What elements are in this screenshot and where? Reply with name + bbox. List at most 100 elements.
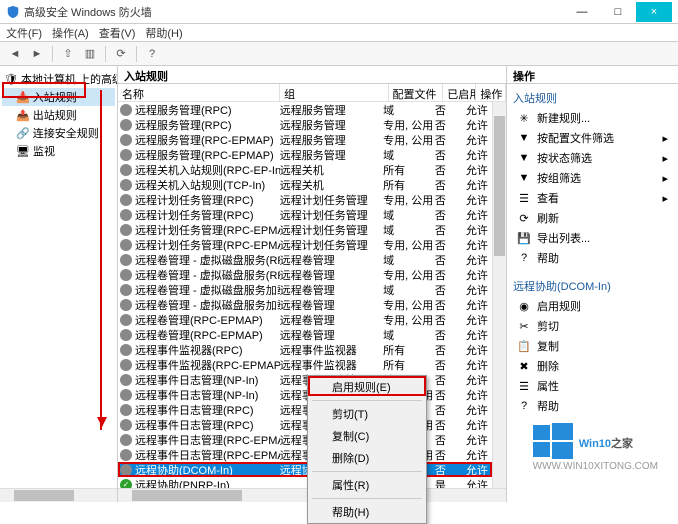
action-filter-profile[interactable]: ▼按配置文件筛选▸	[513, 128, 672, 148]
table-row[interactable]: 远程卷管理 - 虚拟磁盘服务(RPC) 远程卷管理 专用, 公用 否 允许	[118, 267, 492, 282]
up-button[interactable]: ⇧	[59, 45, 77, 63]
cell-name: 远程协助(PNRP-In)	[135, 477, 280, 489]
action-help[interactable]: ?帮助	[513, 248, 672, 268]
help-icon: ?	[517, 399, 531, 413]
tree-inbound[interactable]: 📥 入站规则	[2, 88, 115, 106]
menu-help[interactable]: 帮助(H)	[145, 25, 182, 41]
tree-connection[interactable]: 🔗 连接安全规则	[2, 124, 115, 142]
table-row[interactable]: 远程事件监视器(RPC-EPMAP) 远程事件监视器 所有 否 允许	[118, 357, 492, 372]
ctx-copy[interactable]: 复制(C)	[308, 425, 426, 447]
table-row[interactable]: 远程事件日志管理(RPC-EPMAP) 远程事件日志管理 专用, 公用 否 允许	[118, 447, 492, 462]
help-icon: ?	[517, 251, 531, 265]
forward-button[interactable]: ►	[28, 45, 46, 63]
actions-section2-title: 远程协助(DCOM-In)	[513, 276, 672, 296]
cell-group: 远程卷管理	[280, 312, 383, 328]
cell-profile: 专用, 公用	[383, 312, 435, 328]
show-hide-button[interactable]: ▥	[81, 45, 99, 63]
table-row[interactable]: ✓ 远程协助(PNRP-In) 公用 是 允许	[118, 477, 492, 488]
action-export[interactable]: 💾导出列表...	[513, 228, 672, 248]
ctx-sep	[312, 400, 422, 401]
toolbar-sep	[52, 46, 53, 62]
table-row[interactable]: 远程事件日志管理(NP-In) 远程事件日志管理 域 否 允许	[118, 372, 492, 387]
cell-enabled: 是	[435, 477, 466, 489]
action-filter-state[interactable]: ▼按状态筛选▸	[513, 148, 672, 168]
status-icon	[120, 194, 132, 206]
chevron-right-icon: ▸	[662, 192, 668, 205]
table-row[interactable]: 远程事件日志管理(RPC) 远程事件日志管理 域 否 允许	[118, 402, 492, 417]
table-row[interactable]: 远程协助(DCOM-In) 远程协助 域 否 允许	[118, 462, 492, 477]
table-row[interactable]: 远程关机入站规则(TCP-In) 远程关机 所有 否 允许	[118, 177, 492, 192]
refresh-icon[interactable]: ⟳	[112, 45, 130, 63]
toolbar: ◄ ► ⇧ ▥ ⟳ ?	[0, 42, 678, 66]
table-row[interactable]: 远程事件监视器(RPC) 远程事件监视器 所有 否 允许	[118, 342, 492, 357]
table-row[interactable]: 远程卷管理 - 虚拟磁盘服务加载器(RPC) 远程卷管理 域 否 允许	[118, 282, 492, 297]
cell-action: 允许	[466, 192, 490, 208]
table-row[interactable]: 远程事件日志管理(RPC-EPMAP) 远程事件日志管理 域 否 允许	[118, 432, 492, 447]
table-row[interactable]: 远程计划任务管理(RPC-EPMAP) 远程计划任务管理 域 否 允许	[118, 222, 492, 237]
cell-name: 远程服务管理(RPC-EPMAP)	[135, 147, 280, 163]
back-button[interactable]: ◄	[6, 45, 24, 63]
cell-enabled: 否	[435, 297, 466, 313]
table-row[interactable]: 远程卷管理(RPC-EPMAP) 远程卷管理 专用, 公用 否 允许	[118, 312, 492, 327]
help-icon[interactable]: ?	[143, 45, 161, 63]
cell-profile: 专用, 公用	[383, 267, 435, 283]
action-help2[interactable]: ?帮助	[513, 396, 672, 416]
table-row[interactable]: 远程服务管理(RPC-EPMAP) 远程服务管理 域 否 允许	[118, 147, 492, 162]
col-profile[interactable]: 配置文件	[389, 84, 444, 101]
ctx-enable[interactable]: 启用规则(E)	[308, 376, 426, 398]
table-row[interactable]: 远程服务管理(RPC) 远程服务管理 专用, 公用 否 允许	[118, 117, 492, 132]
cell-action: 允许	[466, 462, 490, 478]
tree-monitor[interactable]: 🖥 监视	[2, 142, 115, 160]
cut-icon: ✂	[517, 319, 531, 333]
action-filter-group[interactable]: ▼按组筛选▸	[513, 168, 672, 188]
action-properties[interactable]: ☰属性	[513, 376, 672, 396]
table-row[interactable]: 远程事件日志管理(NP-In) 远程事件日志管理 专用, 公用 否 允许	[118, 387, 492, 402]
status-icon	[120, 359, 132, 371]
table-row[interactable]: 远程卷管理 - 虚拟磁盘服务(RPC) 远程卷管理 域 否 允许	[118, 252, 492, 267]
menu-view[interactable]: 查看(V)	[99, 25, 136, 41]
maximize-button[interactable]: □	[600, 2, 636, 22]
cell-enabled: 否	[435, 117, 466, 133]
action-copy[interactable]: 📋复制	[513, 336, 672, 356]
cell-enabled: 否	[435, 327, 466, 343]
tree-hscroll[interactable]	[0, 488, 117, 502]
action-view[interactable]: ☰查看▸	[513, 188, 672, 208]
table-row[interactable]: 远程关机入站规则(RPC-EP-In) 远程关机 所有 否 允许	[118, 162, 492, 177]
menu-file[interactable]: 文件(F)	[6, 25, 42, 41]
col-name[interactable]: 名称	[118, 84, 280, 101]
ctx-cut[interactable]: 剪切(T)	[308, 403, 426, 425]
cell-group: 远程卷管理	[280, 327, 383, 343]
action-cut[interactable]: ✂剪切	[513, 316, 672, 336]
action-new-rule[interactable]: ✳新建规则...	[513, 108, 672, 128]
cell-group: 远程卷管理	[280, 282, 383, 298]
ctx-properties[interactable]: 属性(R)	[308, 474, 426, 496]
close-button[interactable]: ×	[636, 2, 672, 22]
status-icon	[120, 449, 132, 461]
action-enable-rule[interactable]: ◉启用规则	[513, 296, 672, 316]
menu-action[interactable]: 操作(A)	[52, 25, 89, 41]
ctx-delete[interactable]: 删除(D)	[308, 447, 426, 469]
cell-action: 允许	[466, 477, 490, 489]
minimize-button[interactable]: —	[564, 2, 600, 22]
cell-enabled: 否	[435, 402, 466, 418]
tree-root[interactable]: 🛡 本地计算机 上的高级安全 Win	[2, 70, 115, 88]
status-icon	[120, 299, 132, 311]
cell-profile: 专用, 公用	[383, 117, 435, 133]
col-group[interactable]: 组	[280, 84, 388, 101]
table-row[interactable]: 远程卷管理(RPC-EPMAP) 远程卷管理 域 否 允许	[118, 327, 492, 342]
rules-vscroll[interactable]	[492, 102, 506, 488]
table-row[interactable]: 远程事件日志管理(RPC) 远程事件日志管理 专用, 公用 否 允许	[118, 417, 492, 432]
col-enabled[interactable]: 已启用	[443, 84, 476, 101]
table-row[interactable]: 远程计划任务管理(RPC) 远程计划任务管理 专用, 公用 否 允许	[118, 192, 492, 207]
col-action[interactable]: 操作	[476, 84, 506, 101]
action-refresh[interactable]: ⟳刷新	[513, 208, 672, 228]
ctx-help[interactable]: 帮助(H)	[308, 501, 426, 523]
tree-outbound[interactable]: 📤 出站规则	[2, 106, 115, 124]
action-delete[interactable]: ✖删除	[513, 356, 672, 376]
table-row[interactable]: 远程卷管理 - 虚拟磁盘服务加载器(RPC) 远程卷管理 专用, 公用 否 允许	[118, 297, 492, 312]
table-row[interactable]: 远程服务管理(RPC-EPMAP) 远程服务管理 专用, 公用 否 允许	[118, 132, 492, 147]
cell-enabled: 否	[435, 132, 466, 148]
table-row[interactable]: 远程服务管理(RPC) 远程服务管理 域 否 允许	[118, 102, 492, 117]
table-row[interactable]: 远程计划任务管理(RPC) 远程计划任务管理 域 否 允许	[118, 207, 492, 222]
table-row[interactable]: 远程计划任务管理(RPC-EPMAP) 远程计划任务管理 专用, 公用 否 允许	[118, 237, 492, 252]
